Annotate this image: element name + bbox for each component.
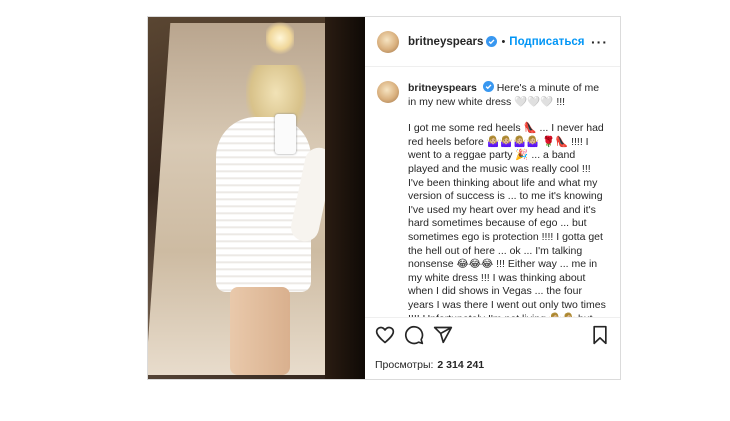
views-label: Просмотры: (375, 359, 434, 371)
caption-username[interactable]: britneyspears (408, 82, 477, 94)
separator-dot: • (501, 35, 506, 48)
avatar[interactable] (377, 30, 399, 53)
comment-icon[interactable] (404, 325, 424, 345)
username[interactable]: britneyspears (408, 36, 483, 48)
caption-body: I got me some red heels 👠 ... I never ha… (408, 122, 606, 317)
action-bar (365, 317, 620, 351)
avatar[interactable] (377, 81, 399, 103)
ceiling-lamp (266, 21, 294, 55)
caption-text: britneyspears Here's a minute of me in m… (408, 81, 608, 317)
post-photo[interactable] (148, 17, 365, 379)
mirror-frame (325, 17, 365, 379)
views-count: 2 314 241 (437, 359, 485, 371)
verified-badge-icon (482, 81, 494, 92)
post-header: britneyspears • Подписаться ··· (365, 17, 620, 67)
bookmark-icon[interactable] (590, 325, 610, 345)
post-sidebar: britneyspears • Подписаться ··· britneys… (365, 17, 620, 379)
caption-area: britneyspears Here's a minute of me in m… (365, 67, 620, 317)
heart-icon[interactable] (375, 325, 395, 345)
phone-in-hand (275, 114, 296, 154)
verified-badge-icon (486, 36, 498, 47)
views-row: Просмотры: 2 314 241 (365, 351, 620, 379)
more-options-icon[interactable]: ··· (591, 34, 608, 50)
instagram-post: britneyspears • Подписаться ··· britneys… (147, 16, 621, 380)
follow-button[interactable]: Подписаться (509, 36, 584, 48)
share-icon[interactable] (433, 325, 453, 345)
person-legs (230, 287, 290, 375)
